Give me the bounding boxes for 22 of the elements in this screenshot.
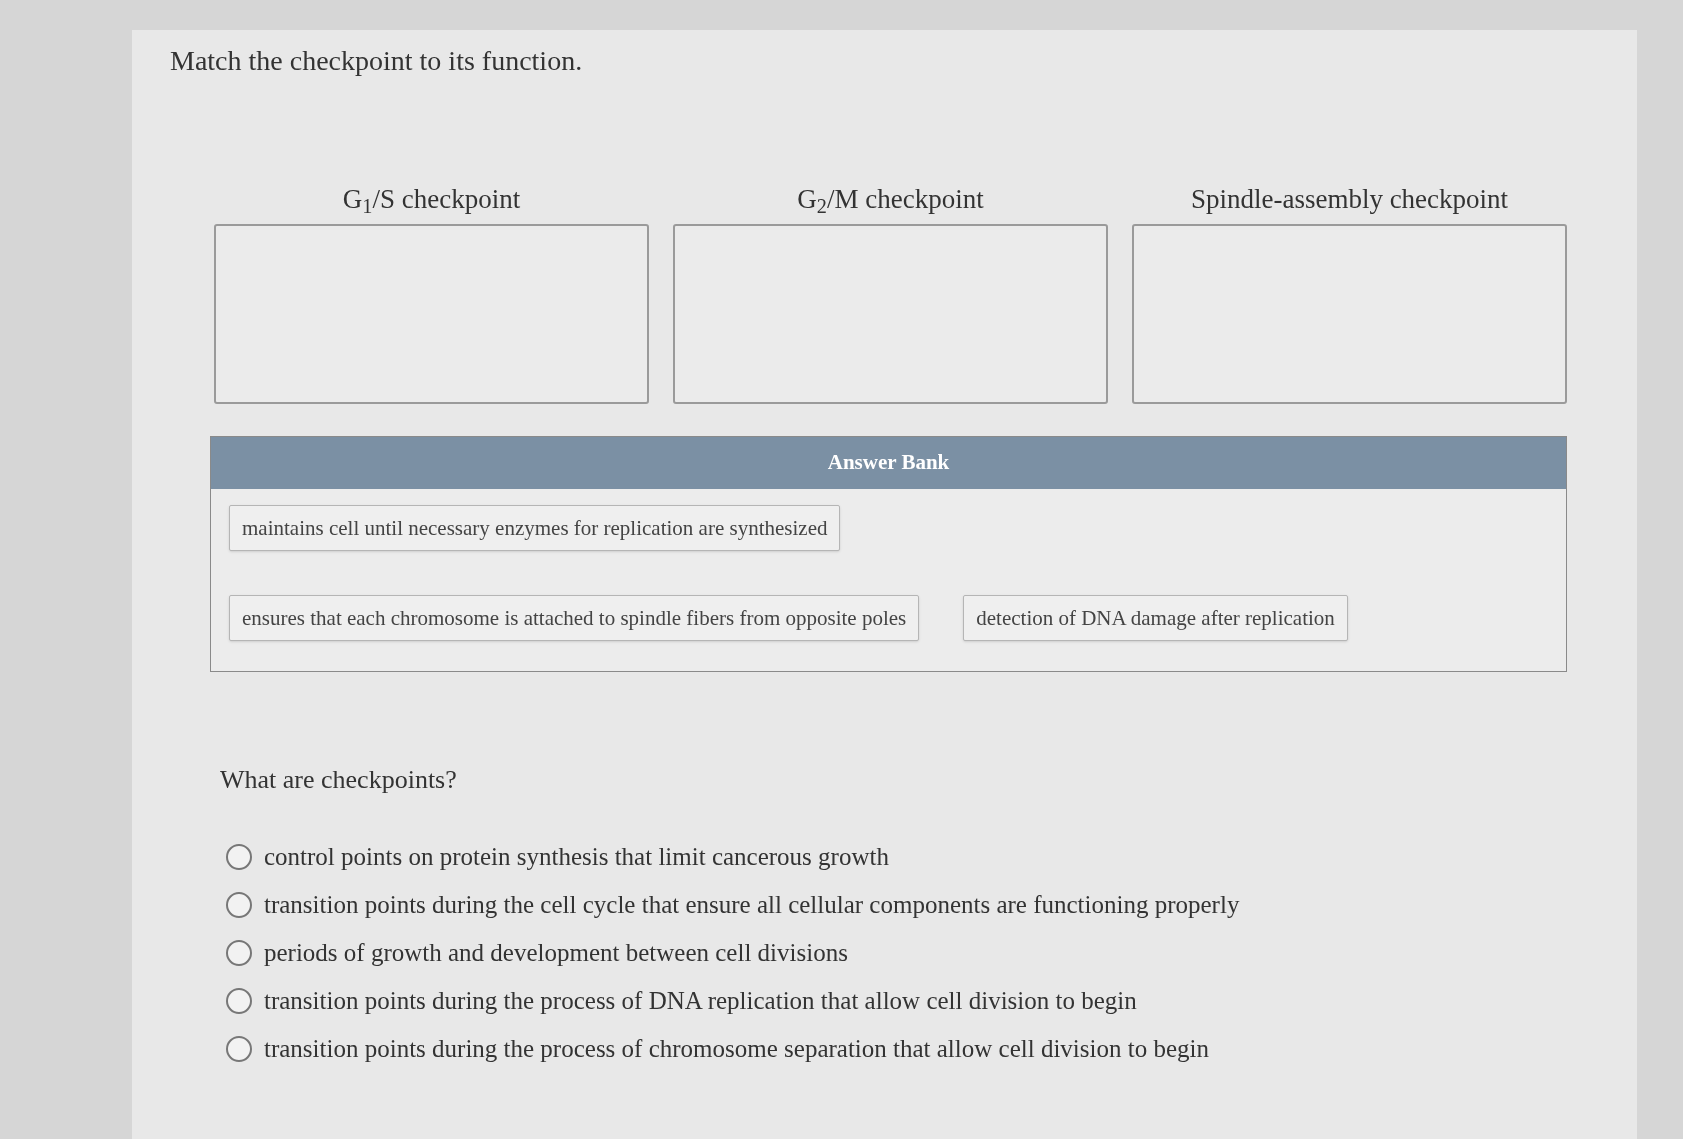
- question-prompt: Match the checkpoint to its function.: [170, 44, 583, 78]
- radio-button[interactable]: [226, 988, 252, 1014]
- radio-button[interactable]: [226, 1036, 252, 1062]
- radio-button[interactable]: [226, 844, 252, 870]
- target-label: G$_{2}$/M checkpoint: [797, 183, 984, 216]
- answer-chip[interactable]: maintains cell until necessary enzymes for replication are synthesized: [229, 505, 841, 551]
- question-prompt: What are checkpoints?: [220, 764, 457, 796]
- option-label[interactable]: transition points during the cell cycle that ensure all cellular components are functioning properly: [264, 890, 1240, 920]
- option-label[interactable]: control points on protein synthesis that limit cancerous growth: [264, 842, 889, 872]
- drop-zone[interactable]: [214, 224, 649, 404]
- option-label[interactable]: transition points during the process of DNA replication that allow cell division to begin: [264, 986, 1137, 1016]
- option-label[interactable]: periods of growth and development between cell divisions: [264, 938, 848, 968]
- target-label: G$_{1}$/S checkpoint: [342, 183, 521, 216]
- answer-chip[interactable]: ensures that each chromosome is attached to spindle fibers from opposite poles: [229, 595, 920, 641]
- radio-button[interactable]: [226, 892, 252, 918]
- drop-zone[interactable]: [673, 224, 1108, 404]
- target-label: Spindle-assembly checkpoint: [1190, 183, 1509, 216]
- radio-button[interactable]: [226, 940, 252, 966]
- answer-chip[interactable]: detection of DNA damage after replication: [963, 595, 1348, 641]
- answer-bank-header: Answer Bank: [211, 437, 1566, 489]
- option-label[interactable]: transition points during the process of chromosome separation that allow cell division to begin: [264, 1034, 1209, 1064]
- drop-zone[interactable]: [1132, 224, 1567, 404]
